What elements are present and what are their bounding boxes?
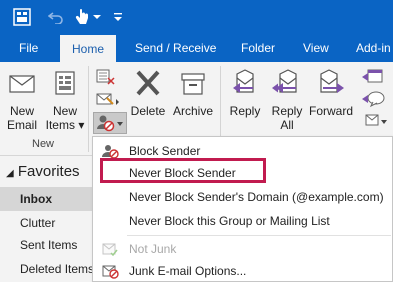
tab-send-receive[interactable]: Send / Receive <box>135 34 216 62</box>
undo-icon[interactable] <box>46 0 66 34</box>
junk-button[interactable] <box>93 112 127 134</box>
reply-label: Reply <box>229 104 261 118</box>
new-items-label-1: New <box>52 104 77 118</box>
delete-icon <box>136 70 160 96</box>
nav-item-sent-items[interactable]: Sent Items <box>0 233 92 257</box>
junk-icon <box>97 115 123 132</box>
reply-icon <box>233 69 254 93</box>
collapse-chevron-icon: ◢ <box>6 168 14 179</box>
im-icon <box>362 91 385 108</box>
not-junk-icon <box>102 243 118 257</box>
new-items-label-2: Items ▾ <box>45 118 85 132</box>
delete-label: Delete <box>130 104 166 118</box>
new-email-label-1: New <box>9 104 34 118</box>
archive-button[interactable]: Archive <box>170 68 216 118</box>
new-items-icon <box>55 71 75 95</box>
menu-item-label: Not Junk <box>129 242 177 256</box>
new-email-button[interactable]: New Email <box>4 68 40 132</box>
menu-item-junk-email-options[interactable]: Junk E-mail Options... <box>93 259 393 282</box>
meeting-reply-button[interactable] <box>360 68 390 86</box>
group-label-new: New <box>32 138 55 150</box>
favorites-header[interactable]: ◢ Favorites <box>6 160 80 184</box>
reply-all-label-1: Reply <box>271 104 303 118</box>
tab-add-in[interactable]: Add-in <box>356 34 391 62</box>
delete-button[interactable]: Delete <box>128 68 168 118</box>
folder-pane: ◢ Favorites Inbox Clutter Sent Items Del… <box>0 156 92 282</box>
reply-all-icon <box>272 69 297 93</box>
new-email-label-2: Email <box>6 118 37 132</box>
junk-options-icon <box>102 265 119 279</box>
junk-menu: Block Sender Never Block Sender Never Bl… <box>92 136 393 282</box>
archive-label: Archive <box>172 104 213 118</box>
menu-item-not-junk: Not Junk <box>93 237 393 261</box>
more-respond-icon <box>365 114 387 126</box>
menu-item-label: Never Block this Group or Mailing List <box>129 214 330 228</box>
im-reply-button[interactable] <box>360 90 390 108</box>
more-respond-button[interactable] <box>360 112 390 132</box>
new-email-icon <box>9 75 35 93</box>
menu-item-never-block-domain[interactable]: Never Block Sender's Domain (@example.co… <box>93 185 393 209</box>
highlight-box <box>100 158 266 183</box>
tab-home[interactable]: Home <box>60 35 116 62</box>
reply-all-label-2: All <box>280 118 294 132</box>
nav-item-clutter[interactable]: Clutter <box>0 211 92 235</box>
menu-item-never-block-group[interactable]: Never Block this Group or Mailing List <box>93 209 393 233</box>
forward-button[interactable]: Forward <box>308 68 354 118</box>
menu-item-label: Junk E-mail Options... <box>129 264 247 278</box>
ignore-icon <box>96 69 115 85</box>
menu-separator <box>127 235 391 236</box>
tab-folder[interactable]: Folder <box>241 34 275 62</box>
touch-dropdown-icon[interactable] <box>92 0 102 34</box>
nav-item-deleted-items[interactable]: Deleted Items <box>0 257 92 281</box>
clean-up-icon <box>96 93 119 105</box>
tab-view[interactable]: View <box>303 34 329 62</box>
block-sender-icon <box>102 145 119 159</box>
meeting-icon <box>362 69 383 83</box>
clean-up-button[interactable] <box>95 90 121 108</box>
menu-item-label: Never Block Sender's Domain (@example.co… <box>129 190 384 204</box>
touch-mode-icon[interactable] <box>72 0 92 34</box>
reply-button[interactable]: Reply <box>224 68 266 118</box>
forward-label: Forward <box>308 104 353 118</box>
favorites-label: Favorites <box>17 163 80 180</box>
tab-file[interactable]: File <box>19 34 38 62</box>
new-items-button[interactable]: New Items ▾ <box>44 68 86 132</box>
reply-all-button[interactable]: Reply All <box>266 68 308 132</box>
customize-qat-icon[interactable] <box>112 0 124 34</box>
new-items-dropdown-icon: ▾ <box>78 118 85 132</box>
ribbon-tabs: File Home Send / Receive Folder View Add… <box>0 34 393 62</box>
quick-access-toolbar <box>0 0 393 34</box>
outlook-app-icon[interactable] <box>10 0 34 34</box>
forward-icon <box>320 69 344 93</box>
archive-icon <box>181 73 205 95</box>
separator <box>88 66 89 152</box>
nav-item-inbox[interactable]: Inbox <box>0 187 92 211</box>
ignore-button[interactable] <box>95 68 121 86</box>
